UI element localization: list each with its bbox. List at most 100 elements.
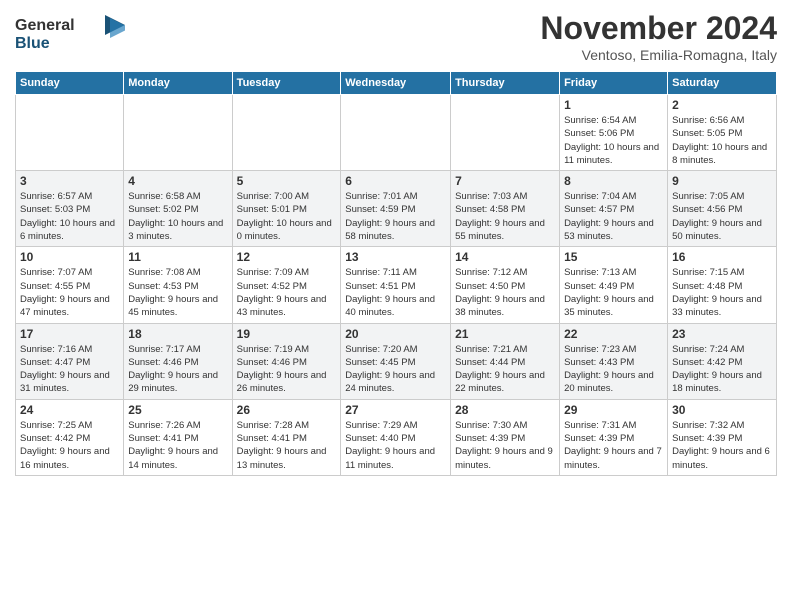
day-number: 29 xyxy=(564,403,663,417)
table-row: 21 Sunrise: 7:21 AM Sunset: 4:44 PM Dayli… xyxy=(451,323,560,399)
table-row xyxy=(16,95,124,171)
day-number: 23 xyxy=(672,327,772,341)
day-number: 7 xyxy=(455,174,555,188)
day-info: Sunrise: 6:56 AM Sunset: 5:05 PM Dayligh… xyxy=(672,114,772,167)
table-row: 19 Sunrise: 7:19 AM Sunset: 4:46 PM Dayli… xyxy=(232,323,341,399)
day-number: 16 xyxy=(672,250,772,264)
day-info: Sunrise: 7:21 AM Sunset: 4:44 PM Dayligh… xyxy=(455,343,555,396)
day-number: 9 xyxy=(672,174,772,188)
day-number: 17 xyxy=(20,327,119,341)
day-info: Sunrise: 7:29 AM Sunset: 4:40 PM Dayligh… xyxy=(345,419,446,472)
day-info: Sunrise: 7:09 AM Sunset: 4:52 PM Dayligh… xyxy=(237,266,337,319)
col-tuesday: Tuesday xyxy=(232,72,341,95)
logo: General Blue xyxy=(15,10,125,60)
day-info: Sunrise: 6:57 AM Sunset: 5:03 PM Dayligh… xyxy=(20,190,119,243)
table-row: 15 Sunrise: 7:13 AM Sunset: 4:49 PM Dayli… xyxy=(560,247,668,323)
day-number: 4 xyxy=(128,174,227,188)
day-number: 19 xyxy=(237,327,337,341)
table-row: 11Sunrise: 7:08 AM Sunset: 4:53 PM Dayli… xyxy=(124,247,232,323)
page-subtitle: Ventoso, Emilia-Romagna, Italy xyxy=(540,47,777,63)
page-container: General Blue November 2024 Ventoso, Emil… xyxy=(0,0,792,486)
col-friday: Friday xyxy=(560,72,668,95)
table-row: 17 Sunrise: 7:16 AM Sunset: 4:47 PM Dayli… xyxy=(16,323,124,399)
day-number: 22 xyxy=(564,327,663,341)
day-number: 3 xyxy=(20,174,119,188)
day-info: Sunrise: 7:31 AM Sunset: 4:39 PM Dayligh… xyxy=(564,419,663,472)
day-info: Sunrise: 7:23 AM Sunset: 4:43 PM Dayligh… xyxy=(564,343,663,396)
day-number: 24 xyxy=(20,403,119,417)
day-info: Sunrise: 7:30 AM Sunset: 4:39 PM Dayligh… xyxy=(455,419,555,472)
table-row: 23 Sunrise: 7:24 AM Sunset: 4:42 PM Dayli… xyxy=(668,323,777,399)
day-info: Sunrise: 7:04 AM Sunset: 4:57 PM Dayligh… xyxy=(564,190,663,243)
col-saturday: Saturday xyxy=(668,72,777,95)
table-row: 1 Sunrise: 6:54 AM Sunset: 5:06 PM Daylig… xyxy=(560,95,668,171)
table-row xyxy=(124,95,232,171)
table-row: 12 Sunrise: 7:09 AM Sunset: 4:52 PM Dayli… xyxy=(232,247,341,323)
table-row: 5 Sunrise: 7:00 AM Sunset: 5:01 PM Daylig… xyxy=(232,171,341,247)
day-number: 30 xyxy=(672,403,772,417)
day-number: 1 xyxy=(564,98,663,112)
day-info: Sunrise: 7:00 AM Sunset: 5:01 PM Dayligh… xyxy=(237,190,337,243)
day-info: Sunrise: 7:13 AM Sunset: 4:49 PM Dayligh… xyxy=(564,266,663,319)
table-row: 14Sunrise: 7:12 AM Sunset: 4:50 PM Dayli… xyxy=(451,247,560,323)
page-title: November 2024 xyxy=(540,10,777,47)
logo-text: General Blue xyxy=(15,10,125,60)
day-number: 8 xyxy=(564,174,663,188)
day-info: Sunrise: 7:24 AM Sunset: 4:42 PM Dayligh… xyxy=(672,343,772,396)
day-info: Sunrise: 7:19 AM Sunset: 4:46 PM Dayligh… xyxy=(237,343,337,396)
day-info: Sunrise: 7:28 AM Sunset: 4:41 PM Dayligh… xyxy=(237,419,337,472)
calendar-week-row: 3 Sunrise: 6:57 AM Sunset: 5:03 PM Daylig… xyxy=(16,171,777,247)
col-wednesday: Wednesday xyxy=(341,72,451,95)
day-number: 10 xyxy=(20,250,119,264)
table-row: 8 Sunrise: 7:04 AM Sunset: 4:57 PM Daylig… xyxy=(560,171,668,247)
day-number: 20 xyxy=(345,327,446,341)
calendar-week-row: 1 Sunrise: 6:54 AM Sunset: 5:06 PM Daylig… xyxy=(16,95,777,171)
day-info: Sunrise: 7:01 AM Sunset: 4:59 PM Dayligh… xyxy=(345,190,446,243)
table-row: 22 Sunrise: 7:23 AM Sunset: 4:43 PM Dayli… xyxy=(560,323,668,399)
day-number: 6 xyxy=(345,174,446,188)
table-row: 6 Sunrise: 7:01 AM Sunset: 4:59 PM Daylig… xyxy=(341,171,451,247)
day-info: Sunrise: 7:20 AM Sunset: 4:45 PM Dayligh… xyxy=(345,343,446,396)
day-info: Sunrise: 6:54 AM Sunset: 5:06 PM Dayligh… xyxy=(564,114,663,167)
day-number: 12 xyxy=(237,250,337,264)
day-info: Sunrise: 6:58 AM Sunset: 5:02 PM Dayligh… xyxy=(128,190,227,243)
day-info: Sunrise: 7:25 AM Sunset: 4:42 PM Dayligh… xyxy=(20,419,119,472)
col-thursday: Thursday xyxy=(451,72,560,95)
day-info: Sunrise: 7:17 AM Sunset: 4:46 PM Dayligh… xyxy=(128,343,227,396)
svg-text:General: General xyxy=(15,17,75,34)
day-info: Sunrise: 7:07 AM Sunset: 4:55 PM Dayligh… xyxy=(20,266,119,319)
day-number: 15 xyxy=(564,250,663,264)
calendar-table: Sunday Monday Tuesday Wednesday Thursday… xyxy=(15,71,777,476)
day-number: 27 xyxy=(345,403,446,417)
day-info: Sunrise: 7:05 AM Sunset: 4:56 PM Dayligh… xyxy=(672,190,772,243)
title-block: November 2024 Ventoso, Emilia-Romagna, I… xyxy=(540,10,777,63)
day-info: Sunrise: 7:08 AM Sunset: 4:53 PM Dayligh… xyxy=(128,266,227,319)
day-number: 13 xyxy=(345,250,446,264)
table-row: 10 Sunrise: 7:07 AM Sunset: 4:55 PM Dayli… xyxy=(16,247,124,323)
table-row: 30Sunrise: 7:32 AM Sunset: 4:39 PM Dayli… xyxy=(668,399,777,475)
day-number: 25 xyxy=(128,403,227,417)
page-header: General Blue November 2024 Ventoso, Emil… xyxy=(15,10,777,63)
day-number: 26 xyxy=(237,403,337,417)
day-info: Sunrise: 7:15 AM Sunset: 4:48 PM Dayligh… xyxy=(672,266,772,319)
table-row: 4 Sunrise: 6:58 AM Sunset: 5:02 PM Daylig… xyxy=(124,171,232,247)
day-number: 14 xyxy=(455,250,555,264)
day-number: 2 xyxy=(672,98,772,112)
table-row: 16 Sunrise: 7:15 AM Sunset: 4:48 PM Dayli… xyxy=(668,247,777,323)
calendar-header-row: Sunday Monday Tuesday Wednesday Thursday… xyxy=(16,72,777,95)
day-info: Sunrise: 7:11 AM Sunset: 4:51 PM Dayligh… xyxy=(345,266,446,319)
calendar-week-row: 17 Sunrise: 7:16 AM Sunset: 4:47 PM Dayli… xyxy=(16,323,777,399)
table-row: 29 Sunrise: 7:31 AM Sunset: 4:39 PM Dayli… xyxy=(560,399,668,475)
col-monday: Monday xyxy=(124,72,232,95)
day-info: Sunrise: 7:26 AM Sunset: 4:41 PM Dayligh… xyxy=(128,419,227,472)
table-row: 26 Sunrise: 7:28 AM Sunset: 4:41 PM Dayli… xyxy=(232,399,341,475)
day-info: Sunrise: 7:16 AM Sunset: 4:47 PM Dayligh… xyxy=(20,343,119,396)
table-row: 18Sunrise: 7:17 AM Sunset: 4:46 PM Dayli… xyxy=(124,323,232,399)
table-row: 7Sunrise: 7:03 AM Sunset: 4:58 PM Daylig… xyxy=(451,171,560,247)
table-row: 25 Sunrise: 7:26 AM Sunset: 4:41 PM Dayli… xyxy=(124,399,232,475)
day-number: 5 xyxy=(237,174,337,188)
table-row: 24 Sunrise: 7:25 AM Sunset: 4:42 PM Dayli… xyxy=(16,399,124,475)
day-number: 21 xyxy=(455,327,555,341)
calendar-week-row: 24 Sunrise: 7:25 AM Sunset: 4:42 PM Dayli… xyxy=(16,399,777,475)
logo-svg: General Blue xyxy=(15,10,125,55)
